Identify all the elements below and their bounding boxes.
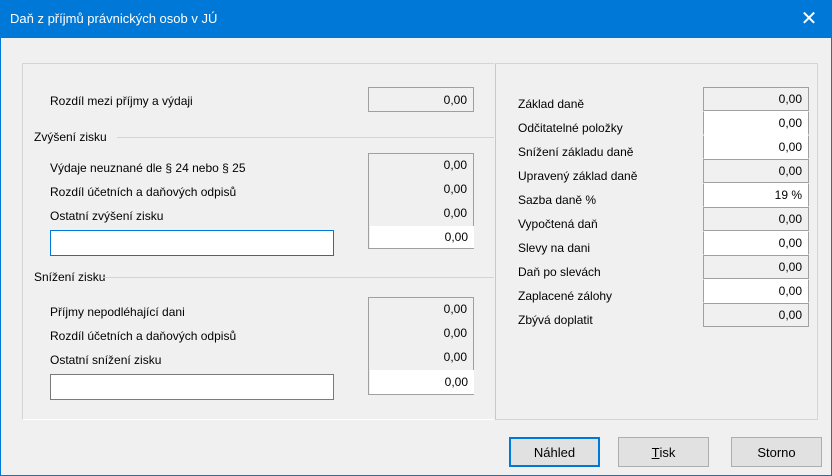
right-row-label: Slevy na dani: [518, 241, 591, 255]
increase-group-line: [117, 137, 494, 138]
right-row-label: Zaplacené zálohy: [518, 289, 613, 303]
right-row-value: 0,00: [778, 116, 802, 130]
decrease-custom-label-input[interactable]: [50, 374, 334, 400]
increase-custom-value-field[interactable]: 0,00: [370, 226, 474, 248]
right-row-value-box: 0,00: [703, 255, 809, 279]
right-row-value: 0,00: [778, 236, 802, 250]
close-icon[interactable]: ✕: [786, 0, 832, 38]
decrease-group-label: Snížení zisku: [34, 270, 106, 284]
cancel-button-label: Storno: [757, 444, 796, 460]
cancel-button[interactable]: Storno: [731, 437, 822, 467]
increase-group-label: Zvýšení zisku: [34, 130, 107, 144]
increase-row-label: Rozdíl účetních a daňových odpisů: [50, 185, 237, 199]
right-row-input[interactable]: 0,00: [703, 111, 809, 135]
right-row-input[interactable]: 0,00: [703, 231, 809, 255]
right-row-value: 0,00: [778, 92, 802, 106]
preview-button-label: Náhled: [533, 444, 576, 460]
decrease-row-label: Příjmy nepodléhající dani: [50, 305, 185, 319]
window-border-left: [0, 38, 1, 476]
increase-custom-label-input[interactable]: [50, 230, 334, 256]
decrease-group-line: [102, 277, 494, 278]
increase-row-label: Výdaje neuznané dle § 24 nebo § 25: [50, 161, 246, 175]
right-row-value-box: 0,00: [703, 159, 809, 183]
preview-button[interactable]: Náhled: [509, 437, 600, 467]
print-button-accel: T: [651, 444, 660, 460]
right-row-value-box: 0,00: [703, 87, 809, 111]
right-row-label: Základ daně: [518, 97, 585, 111]
print-button[interactable]: Tisk: [618, 437, 709, 467]
right-row-label: Sazba daně %: [518, 193, 597, 207]
right-row-value: 0,00: [778, 140, 802, 154]
right-row-value-box: 0,00: [703, 303, 809, 327]
decrease-row-label: Rozdíl účetních a daňových odpisů: [50, 329, 237, 343]
right-row-input[interactable]: 0,00: [703, 135, 809, 159]
decrease-row-value: 0,00: [443, 302, 467, 316]
window-title: Daň z příjmů právnických osob v JÚ: [10, 11, 218, 26]
decrease-row-label: Ostatní snížení zisku: [50, 353, 162, 367]
right-row-input[interactable]: 19 %: [703, 183, 809, 207]
increase-row-value: 0,00: [443, 158, 467, 172]
right-row-value: 0,00: [778, 164, 802, 178]
title-bar: Daň z příjmů právnických osob v JÚ ✕: [0, 0, 832, 38]
decrease-row-value: 0,00: [443, 326, 467, 340]
right-row-value: 19 %: [774, 188, 802, 202]
decrease-custom-value: 0,00: [444, 375, 468, 389]
right-row-value: 0,00: [778, 212, 802, 226]
print-button-label: isk: [659, 444, 676, 460]
right-row-label: Vypočtená daň: [518, 217, 598, 231]
increase-row-value: 0,00: [443, 182, 467, 196]
right-row-value: 0,00: [778, 284, 802, 298]
increase-custom-value: 0,00: [444, 230, 468, 244]
right-row-label: Daň po slevách: [518, 265, 601, 279]
right-row-label: Upravený základ daně: [518, 169, 638, 183]
right-row-label: Odčitatelné položky: [518, 121, 623, 135]
decrease-custom-value-field[interactable]: 0,00: [370, 370, 474, 394]
right-row-value-box: 0,00: [703, 207, 809, 231]
right-row-label: Snížení základu daně: [518, 145, 634, 159]
right-row-input[interactable]: 0,00: [703, 279, 809, 303]
right-row-value: 0,00: [778, 308, 802, 322]
increase-row-label: Ostatní zvýšení zisku: [50, 209, 164, 223]
right-row-label: Zbývá doplatit: [518, 313, 593, 327]
diff-label: Rozdíl mezi příjmy a výdaji: [50, 94, 193, 108]
decrease-row-value: 0,00: [443, 350, 467, 364]
increase-row-value: 0,00: [443, 206, 467, 220]
diff-value-box: 0,00: [368, 87, 474, 112]
diff-value: 0,00: [443, 93, 467, 107]
right-row-value: 0,00: [778, 260, 802, 274]
